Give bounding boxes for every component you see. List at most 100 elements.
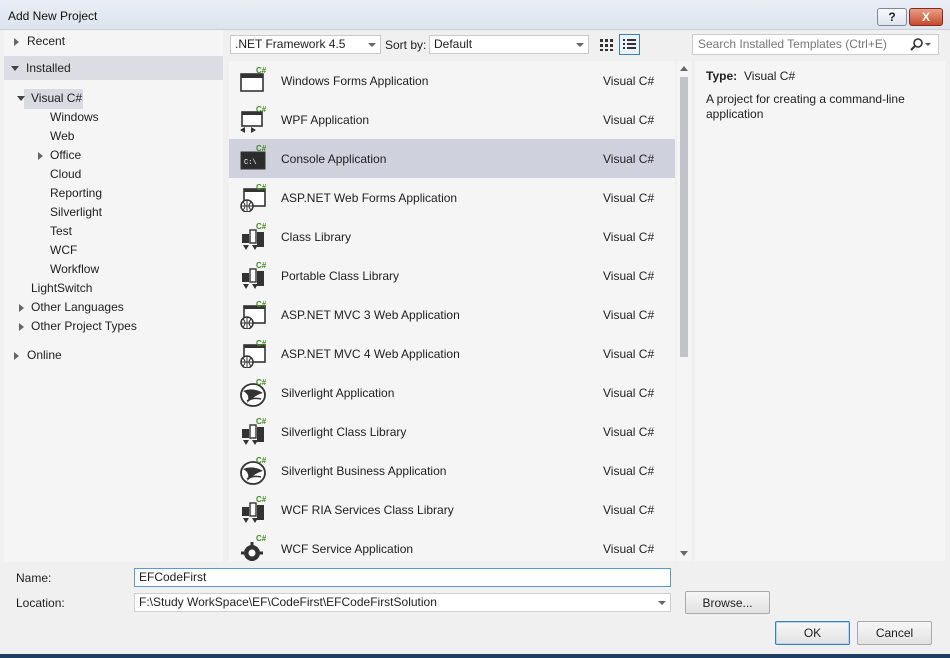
sort-select[interactable]: Default: [429, 35, 589, 54]
tree-item-silverlight[interactable]: Silverlight: [50, 203, 102, 222]
tree-item-visual-csharp[interactable]: Visual C#: [31, 89, 82, 108]
window-bottom-border: [0, 654, 950, 658]
class-library-icon: C#: [239, 416, 269, 446]
class-library-icon: C#: [239, 494, 269, 524]
wcf-gear-icon: C#: [239, 533, 269, 561]
expand-other-languages-icon[interactable]: [19, 304, 24, 312]
tree-item-lightswitch[interactable]: LightSwitch: [31, 279, 92, 298]
console-icon: C:\ C#: [239, 143, 269, 173]
template-name: Console Application: [281, 152, 387, 166]
close-button[interactable]: X: [909, 8, 943, 26]
web-app-icon: C#: [239, 182, 269, 213]
template-row[interactable]: C# WCF Service Application Visual C#: [229, 529, 675, 561]
expand-recent-icon[interactable]: [14, 38, 19, 46]
list-view-icon: [623, 39, 636, 49]
template-row[interactable]: C# Windows Forms Application Visual C#: [229, 61, 675, 100]
tree-item-wcf[interactable]: WCF: [50, 241, 77, 260]
template-name: ASP.NET MVC 3 Web Application: [281, 308, 460, 322]
class-library-icon: C#: [239, 260, 269, 290]
cancel-button[interactable]: Cancel: [857, 621, 932, 645]
location-value: F:\Study WorkSpace\EF\CodeFirst\EFCodeFi…: [139, 595, 437, 609]
ok-button[interactable]: OK: [775, 621, 850, 645]
framework-select[interactable]: .NET Framework 4.5: [230, 35, 381, 54]
tree-item-other-project-types[interactable]: Other Project Types: [31, 317, 137, 336]
tree-item-office[interactable]: Office: [50, 146, 81, 165]
template-name: ASP.NET MVC 4 Web Application: [281, 347, 460, 361]
tree-item-windows[interactable]: Windows: [50, 108, 99, 127]
tree-item-other-languages[interactable]: Other Languages: [31, 298, 124, 317]
tree-item-online[interactable]: Online: [27, 346, 62, 365]
expand-online-icon[interactable]: [14, 352, 19, 360]
list-view-button[interactable]: [619, 34, 640, 55]
tree-item-test[interactable]: Test: [50, 222, 72, 241]
tree-item-recent[interactable]: Recent: [27, 32, 65, 51]
silverlight-icon: C#: [239, 455, 269, 485]
template-name: Silverlight Application: [281, 386, 395, 400]
tree-item-web[interactable]: Web: [50, 127, 74, 146]
template-language: Visual C#: [603, 347, 655, 361]
template-list: C# Windows Forms Application Visual C# C# WP…: [229, 61, 675, 561]
chevron-down-icon: [368, 43, 376, 47]
template-row[interactable]: C# WCF RIA Services Class Library Visual C…: [229, 490, 675, 529]
web-app-icon: C#: [239, 338, 269, 369]
small-icons-view-button[interactable]: [596, 34, 617, 55]
template-list-scrollbar[interactable]: [677, 61, 691, 561]
template-name: WPF Application: [281, 113, 370, 127]
template-row[interactable]: C# Portable Class Library Visual C#: [229, 256, 675, 295]
scrollbar-thumb[interactable]: [680, 77, 688, 357]
tree-item-reporting[interactable]: Reporting: [50, 184, 102, 203]
template-name: Class Library: [281, 230, 352, 244]
scroll-up-icon[interactable]: [680, 66, 688, 71]
template-name: WCF Service Application: [281, 542, 414, 556]
chevron-down-icon: [658, 601, 666, 605]
template-row[interactable]: C# ASP.NET MVC 3 Web Application Visual C#: [229, 295, 675, 334]
sort-value: Default: [434, 37, 473, 51]
template-row[interactable]: C# Silverlight Business Application Visual…: [229, 451, 675, 490]
template-row[interactable]: C# Silverlight Class Library Visual C#: [229, 412, 675, 451]
template-row[interactable]: C# WPF Application Visual C#: [229, 100, 675, 139]
svg-text:C#: C#: [256, 105, 267, 114]
template-language: Visual C#: [603, 386, 655, 400]
template-language: Visual C#: [603, 464, 655, 478]
template-row[interactable]: C# Class Library Visual C#: [229, 217, 675, 256]
template-description: A project for creating a command-line ap…: [706, 92, 905, 121]
location-combo[interactable]: F:\Study WorkSpace\EF\CodeFirst\EFCodeFi…: [134, 593, 671, 612]
template-name: Portable Class Library: [281, 269, 400, 283]
template-row[interactable]: C# ASP.NET MVC 4 Web Application Visual C#: [229, 334, 675, 373]
template-row[interactable]: C# Silverlight Application Visual C#: [229, 373, 675, 412]
location-label: Location:: [16, 596, 65, 610]
template-language: Visual C#: [603, 191, 655, 205]
collapse-installed-icon[interactable]: [11, 66, 19, 71]
tree-item-cloud[interactable]: Cloud: [50, 165, 81, 184]
expand-office-icon[interactable]: [38, 152, 43, 160]
svg-text:C#: C#: [256, 417, 267, 426]
template-search-input[interactable]: Search Installed Templates (Ctrl+E): [692, 34, 939, 55]
sort-by-label: Sort by:: [385, 38, 427, 52]
chevron-down-icon: [576, 43, 584, 47]
svg-text:C#: C#: [256, 300, 267, 309]
scroll-down-icon[interactable]: [680, 551, 688, 556]
template-name: WCF RIA Services Class Library: [281, 503, 454, 517]
help-button[interactable]: ?: [877, 8, 907, 26]
collapse-visual-csharp-icon[interactable]: [17, 96, 25, 101]
template-row[interactable]: C# ASP.NET Web Forms Application Visual C#: [229, 178, 675, 217]
template-row[interactable]: C:\ C# Console Application Visual C#: [229, 139, 675, 178]
window-title: Add New Project: [8, 9, 98, 23]
svg-text:C#: C#: [256, 339, 267, 348]
svg-text:C#: C#: [256, 456, 267, 465]
ok-label: OK: [803, 626, 822, 640]
tree-item-installed[interactable]: Installed: [26, 59, 71, 78]
template-language: Visual C#: [603, 230, 655, 244]
template-language: Visual C#: [603, 269, 655, 283]
template-language: Visual C#: [603, 308, 655, 322]
svg-text:C#: C#: [256, 378, 267, 387]
name-label: Name:: [16, 571, 52, 585]
silverlight-icon: C#: [239, 377, 269, 407]
template-language: Visual C#: [603, 503, 655, 517]
tree-item-workflow[interactable]: Workflow: [50, 260, 99, 279]
title-bar: Add New Project ? X: [0, 0, 950, 30]
expand-other-project-types-icon[interactable]: [19, 323, 24, 331]
project-name-input[interactable]: EFCodeFirst: [134, 568, 671, 587]
browse-button[interactable]: Browse...: [685, 591, 770, 614]
template-info-pane: Type: Visual C# A project for creating a…: [695, 61, 945, 561]
